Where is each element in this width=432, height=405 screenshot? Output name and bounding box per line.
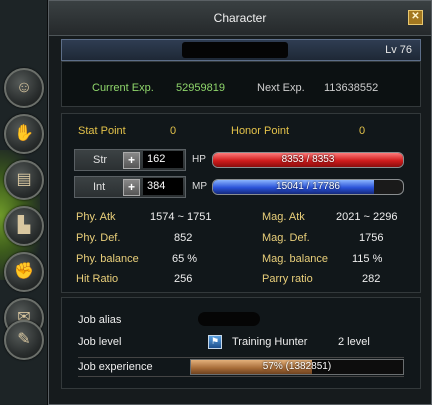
experience-panel: Current Exp. 52959819 Next Exp. 11363855… xyxy=(61,61,421,107)
job-icon[interactable]: ⚑ xyxy=(208,335,222,349)
hp-label: HP xyxy=(192,154,206,165)
int-box: Int + 384 xyxy=(74,176,186,198)
job-panel: Job alias Job level ⚑ Training Hunter 2 … xyxy=(61,297,421,389)
phy-def-value: 852 xyxy=(174,232,193,244)
job-level-value: 2 level xyxy=(338,336,370,348)
mag-balance-label: Mag. balance xyxy=(262,253,329,265)
phy-def-label: Phy. Def. xyxy=(76,232,121,244)
mp-text: 15041 / 17786 xyxy=(276,181,340,192)
tab-gloves[interactable]: ✋ xyxy=(4,114,44,154)
job-experience-label: Job experience xyxy=(78,361,153,373)
job-type-icon: ⚑ xyxy=(210,336,220,346)
mag-def-value: 1756 xyxy=(359,232,384,244)
job-alias-redacted xyxy=(198,312,260,326)
str-box: Str + 162 xyxy=(74,149,186,171)
stats-panel: Stat Point 0 Honor Point 0 Str + 162 HP … xyxy=(61,113,421,293)
hit-ratio-value: 256 xyxy=(174,273,193,285)
phy-atk-value: 1574 ~ 1751 xyxy=(150,211,212,223)
close-icon: ✕ xyxy=(411,11,420,22)
current-exp-value: 52959819 xyxy=(176,82,225,94)
character-level: Lv 76 xyxy=(385,44,412,56)
parry-ratio-label: Parry ratio xyxy=(262,273,313,285)
hp-text: 8353 / 8353 xyxy=(281,154,335,165)
next-exp-label: Next Exp. xyxy=(257,82,305,94)
str-label: Str xyxy=(93,154,108,166)
mp-label: MP xyxy=(192,181,207,192)
int-plus-button[interactable]: + xyxy=(123,179,140,196)
book-icon: ▤ xyxy=(16,171,32,188)
current-exp-label: Current Exp. xyxy=(92,82,154,94)
plus-icon: + xyxy=(127,153,135,167)
str-row: Str + 162 HP 8353 / 8353 xyxy=(74,149,404,171)
tab-boots[interactable]: ▙ xyxy=(4,206,44,246)
character-name-bar: Lv 76 xyxy=(61,39,421,61)
str-plus-button[interactable]: + xyxy=(123,152,140,169)
mag-atk-value: 2021 ~ 2296 xyxy=(336,211,398,223)
phy-balance-value: 65 % xyxy=(172,253,198,265)
plus-icon: + xyxy=(127,180,135,194)
stat-point-label: Stat Point xyxy=(78,125,126,137)
handshake-icon: ✊ xyxy=(14,263,34,280)
mag-def-label: Mag. Def. xyxy=(262,232,310,244)
job-alias-label: Job alias xyxy=(78,314,122,326)
quill-icon: ✎ xyxy=(17,331,31,348)
title-bar[interactable]: Character ✕ xyxy=(49,1,431,36)
window-title: Character xyxy=(213,11,267,25)
str-value: 162 xyxy=(143,151,183,168)
gloves-icon: ✋ xyxy=(14,125,34,142)
next-exp-value: 113638552 xyxy=(324,82,379,94)
hit-ratio-label: Hit Ratio xyxy=(76,273,119,285)
int-row: Int + 384 MP 15041 / 17786 xyxy=(74,176,404,198)
honor-point-label: Honor Point xyxy=(231,125,290,137)
stat-point-value: 0 xyxy=(170,125,177,137)
boots-icon: ▙ xyxy=(17,217,31,234)
character-portrait-icon: ☺ xyxy=(15,79,33,96)
phy-atk-label: Phy. Atk xyxy=(76,211,116,223)
parry-ratio-value: 282 xyxy=(362,273,381,285)
phy-balance-label: Phy. balance xyxy=(76,253,139,265)
mag-atk-label: Mag. Atk xyxy=(262,211,305,223)
character-window: Character ✕ Lv 76 Current Exp. 52959819 … xyxy=(48,0,432,405)
honor-point-value: 0 xyxy=(359,125,366,137)
hp-bar: 8353 / 8353 xyxy=(212,152,404,168)
int-label: Int xyxy=(93,181,106,193)
job-name: Training Hunter xyxy=(232,336,308,348)
close-button[interactable]: ✕ xyxy=(408,10,423,25)
tab-quill[interactable]: ✎ xyxy=(4,320,44,360)
job-experience-text: 57% (1382851) xyxy=(262,361,332,372)
tab-character-portrait[interactable]: ☺ xyxy=(4,68,44,108)
job-experience-bar: 57% (1382851) xyxy=(190,359,404,375)
mp-bar: 15041 / 17786 xyxy=(212,179,404,195)
character-name-redacted xyxy=(182,42,288,58)
tab-handshake[interactable]: ✊ xyxy=(4,252,44,292)
tab-book[interactable]: ▤ xyxy=(4,160,44,200)
mag-balance-value: 115 % xyxy=(352,253,383,265)
int-value: 384 xyxy=(143,178,183,195)
job-level-label: Job level xyxy=(78,336,122,348)
